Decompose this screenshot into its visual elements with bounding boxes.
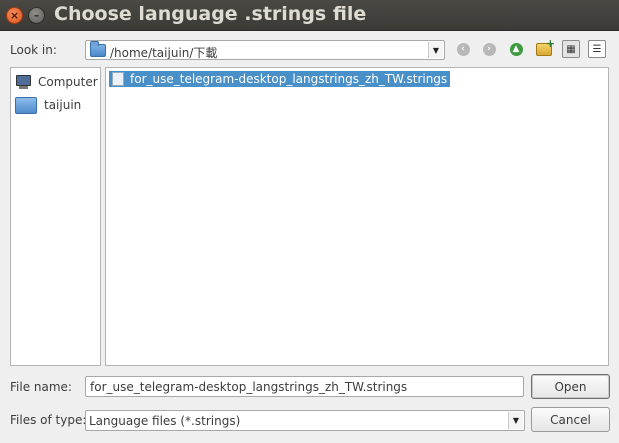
back-icon: ‹	[456, 42, 470, 56]
detail-view-button[interactable]: ☰	[588, 40, 606, 58]
files-of-type-label: Files of type:	[10, 413, 87, 427]
close-icon: ×	[9, 9, 20, 22]
file-name-label: for_use_telegram-desktop_langstrings_zh_…	[130, 72, 448, 86]
sidebar-item-taijuin[interactable]: taijuin	[15, 95, 81, 115]
files-of-type-combobox[interactable]: Language files (*.strings) ▼	[85, 410, 525, 431]
sidebar-item-label: Computer	[38, 75, 98, 89]
parent-directory-icon: ▲	[509, 42, 523, 56]
folder-icon	[15, 96, 37, 114]
file-name-input[interactable]: for_use_telegram-desktop_langstrings_zh_…	[85, 376, 524, 397]
sidebar-item-computer[interactable]: Computer	[15, 72, 98, 92]
minimize-icon: –	[33, 9, 40, 22]
back-button[interactable]: ‹	[454, 40, 472, 58]
icon-view-icon: ▦	[562, 40, 580, 58]
parent-directory-button[interactable]: ▲	[507, 40, 525, 58]
minimize-window-button[interactable]: –	[28, 7, 45, 24]
file-icon	[112, 72, 124, 86]
computer-icon	[15, 75, 32, 89]
file-list[interactable]: for_use_telegram-desktop_langstrings_zh_…	[105, 67, 609, 366]
icon-view-button[interactable]: ▦	[562, 40, 580, 58]
close-window-button[interactable]: ×	[6, 7, 23, 24]
forward-icon: ›	[482, 42, 496, 56]
new-folder-button[interactable]	[535, 37, 555, 58]
files-of-type-value: Language files (*.strings)	[89, 414, 241, 428]
file-name-value: for_use_telegram-desktop_langstrings_zh_…	[90, 380, 408, 394]
places-sidebar: Computer taijuin	[10, 67, 101, 366]
title-bar: × – Choose language .strings file	[0, 0, 619, 31]
look-in-path: /home/taijuin/下載	[110, 46, 218, 60]
window-title: Choose language .strings file	[54, 3, 367, 25]
sidebar-item-label: taijuin	[44, 98, 82, 112]
look-in-combobox[interactable]: /home/taijuin/下載 ▼	[85, 40, 445, 60]
folder-icon	[90, 41, 106, 57]
open-button[interactable]: Open	[531, 374, 610, 399]
file-name-label: File name:	[10, 380, 72, 394]
detail-view-icon: ☰	[588, 40, 606, 58]
chevron-down-icon[interactable]: ▼	[508, 412, 523, 429]
list-item[interactable]: for_use_telegram-desktop_langstrings_zh_…	[109, 71, 451, 87]
new-folder-icon	[536, 37, 555, 56]
chevron-down-icon[interactable]: ▼	[428, 42, 443, 58]
cancel-button[interactable]: Cancel	[531, 407, 610, 432]
look-in-label: Look in:	[10, 43, 57, 57]
forward-button[interactable]: ›	[480, 40, 498, 58]
